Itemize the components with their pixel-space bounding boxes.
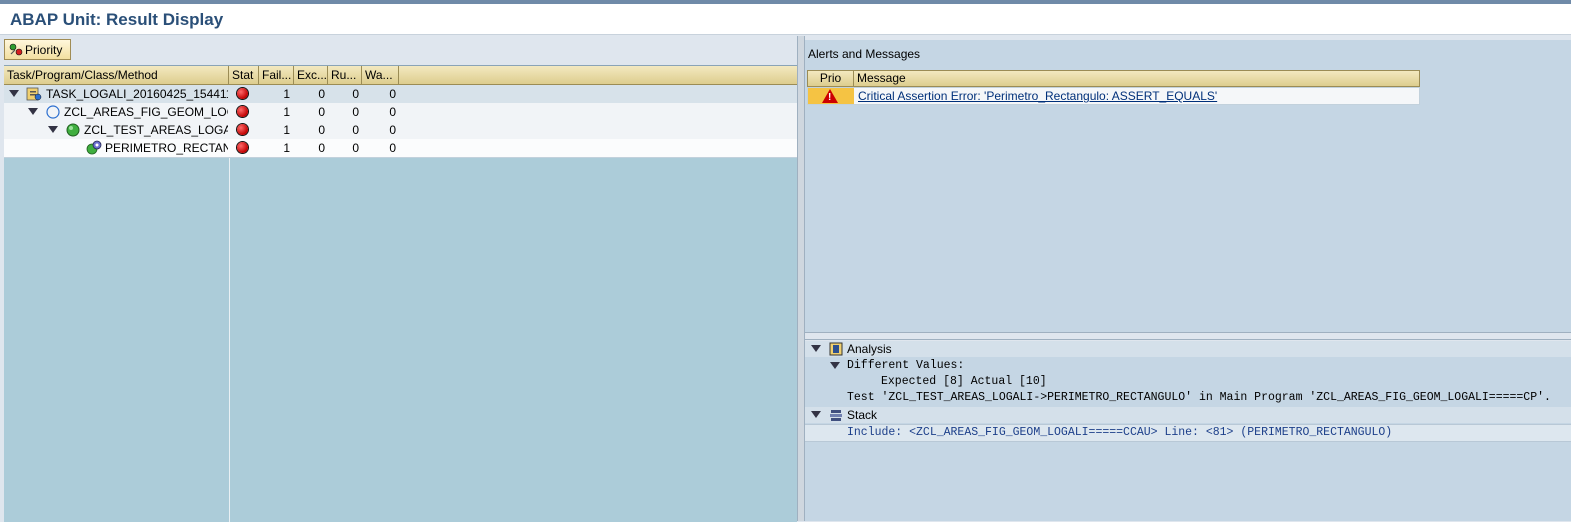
col-wa[interactable]: Wa... [362, 66, 399, 84]
prio-cell: ! [808, 88, 854, 104]
row-ru: 0 [352, 87, 359, 101]
collapse-triangle-icon[interactable] [830, 362, 840, 369]
left-pane: Priority Task/Program/Class/Method Stat … [0, 36, 797, 522]
row-ru: 0 [352, 123, 359, 137]
stack-icon [830, 410, 842, 421]
alert-message-link[interactable]: Critical Assertion Error: 'Perimetro_Rec… [858, 88, 1217, 104]
expected-actual-line: Expected [8] Actual [10] [805, 374, 1571, 390]
row-wa: 0 [389, 105, 396, 119]
horizontal-splitter[interactable] [805, 332, 1571, 340]
test-info-text: Test 'ZCL_TEST_AREAS_LOGALI->PERIMETRO_R… [847, 391, 1551, 404]
row-ru: 0 [352, 141, 359, 155]
row-wa: 0 [389, 87, 396, 101]
page-title: ABAP Unit: Result Display [10, 10, 224, 29]
title-bar: ABAP Unit: Result Display [0, 4, 1571, 35]
row-ru: 0 [352, 105, 359, 119]
row-exc: 0 [318, 87, 325, 101]
col-task[interactable]: Task/Program/Class/Method [4, 66, 229, 84]
task-icon [26, 87, 42, 101]
col-exc[interactable]: Exc... [294, 66, 328, 84]
red-light-icon [237, 88, 248, 99]
collapse-triangle-icon[interactable] [28, 108, 38, 115]
row-wa: 0 [389, 141, 396, 155]
priority-label: Priority [25, 42, 63, 57]
row-fail: 1 [283, 141, 290, 155]
red-light-icon [237, 106, 248, 117]
analysis-label: Analysis [847, 342, 892, 356]
tree-header: Task/Program/Class/Method Stat Fail... E… [4, 66, 797, 85]
method-icon [86, 140, 102, 155]
right-pane: Alerts and Messages Prio Message ! Criti… [805, 36, 1571, 521]
include-text[interactable]: Include: <ZCL_AREAS_FIG_GEOM_LOGALI=====… [847, 425, 1392, 441]
stack-node[interactable]: Stack [805, 407, 1571, 423]
tree-row[interactable]: PERIMETRO_RECTANGULO 1 0 0 0 [4, 139, 797, 158]
tree-row[interactable]: ZCL_AREAS_FIG_GEOM_LOGALI 1 0 0 0 [4, 103, 797, 122]
vertical-splitter[interactable] [797, 36, 805, 521]
alert-row[interactable]: ! Critical Assertion Error: 'Perimetro_R… [807, 87, 1420, 105]
class-green-icon [66, 123, 80, 137]
col-message[interactable]: Message [854, 71, 1419, 86]
result-tree: Task/Program/Class/Method Stat Fail... E… [4, 65, 797, 522]
include-line[interactable]: Include: <ZCL_AREAS_FIG_GEOM_LOGALI=====… [805, 424, 1571, 442]
collapse-triangle-icon[interactable] [9, 90, 19, 97]
row-fail: 1 [283, 123, 290, 137]
column-divider [229, 158, 230, 522]
row-exc: 0 [318, 105, 325, 119]
toolbar: Priority [0, 36, 797, 64]
row-fail: 1 [283, 105, 290, 119]
collapse-triangle-icon[interactable] [811, 345, 821, 352]
warning-icon: ! [822, 89, 838, 103]
analysis-node[interactable]: Analysis [805, 341, 1571, 357]
priority-button[interactable]: Priority [4, 39, 72, 60]
different-values-label: Different Values: [847, 359, 965, 372]
col-stat[interactable]: Stat [229, 66, 259, 84]
col-empty [399, 66, 797, 84]
row-name: ZCL_AREAS_FIG_GEOM_LOGALI [64, 105, 228, 119]
col-prio[interactable]: Prio [808, 71, 854, 86]
row-name: PERIMETRO_RECTANGULO [105, 141, 228, 155]
collapse-triangle-icon[interactable] [811, 411, 821, 418]
red-light-icon [237, 142, 248, 153]
row-name: ZCL_TEST_AREAS_LOGALI [84, 123, 228, 137]
collapse-triangle-icon[interactable] [48, 126, 58, 133]
row-exc: 0 [318, 123, 325, 137]
test-info-line: Test 'ZCL_TEST_AREAS_LOGALI->PERIMETRO_R… [805, 390, 1571, 406]
analysis-icon [829, 342, 843, 356]
analysis-panel: Analysis Different Values: Expected [8] … [805, 341, 1571, 521]
priority-icon [9, 43, 23, 55]
col-ru[interactable]: Ru... [328, 66, 362, 84]
alerts-title: Alerts and Messages [808, 47, 921, 61]
different-values-node[interactable]: Different Values: [805, 358, 1571, 374]
row-wa: 0 [389, 123, 396, 137]
alerts-panel: Alerts and Messages Prio Message ! Criti… [805, 40, 1571, 332]
program-circle-icon [46, 105, 60, 119]
alerts-header: Prio Message [807, 70, 1420, 87]
tree-row[interactable]: ZCL_TEST_AREAS_LOGALI 1 0 0 0 [4, 121, 797, 140]
row-name: TASK_LOGALI_20160425_154411 [46, 87, 228, 101]
expected-actual-text: Expected [8] Actual [10] [881, 375, 1047, 388]
tree-row[interactable]: TASK_LOGALI_20160425_154411 1 0 0 0 [4, 85, 797, 104]
red-light-icon [237, 124, 248, 135]
row-fail: 1 [283, 87, 290, 101]
row-exc: 0 [318, 141, 325, 155]
stack-label: Stack [847, 408, 878, 422]
col-fail[interactable]: Fail... [259, 66, 294, 84]
